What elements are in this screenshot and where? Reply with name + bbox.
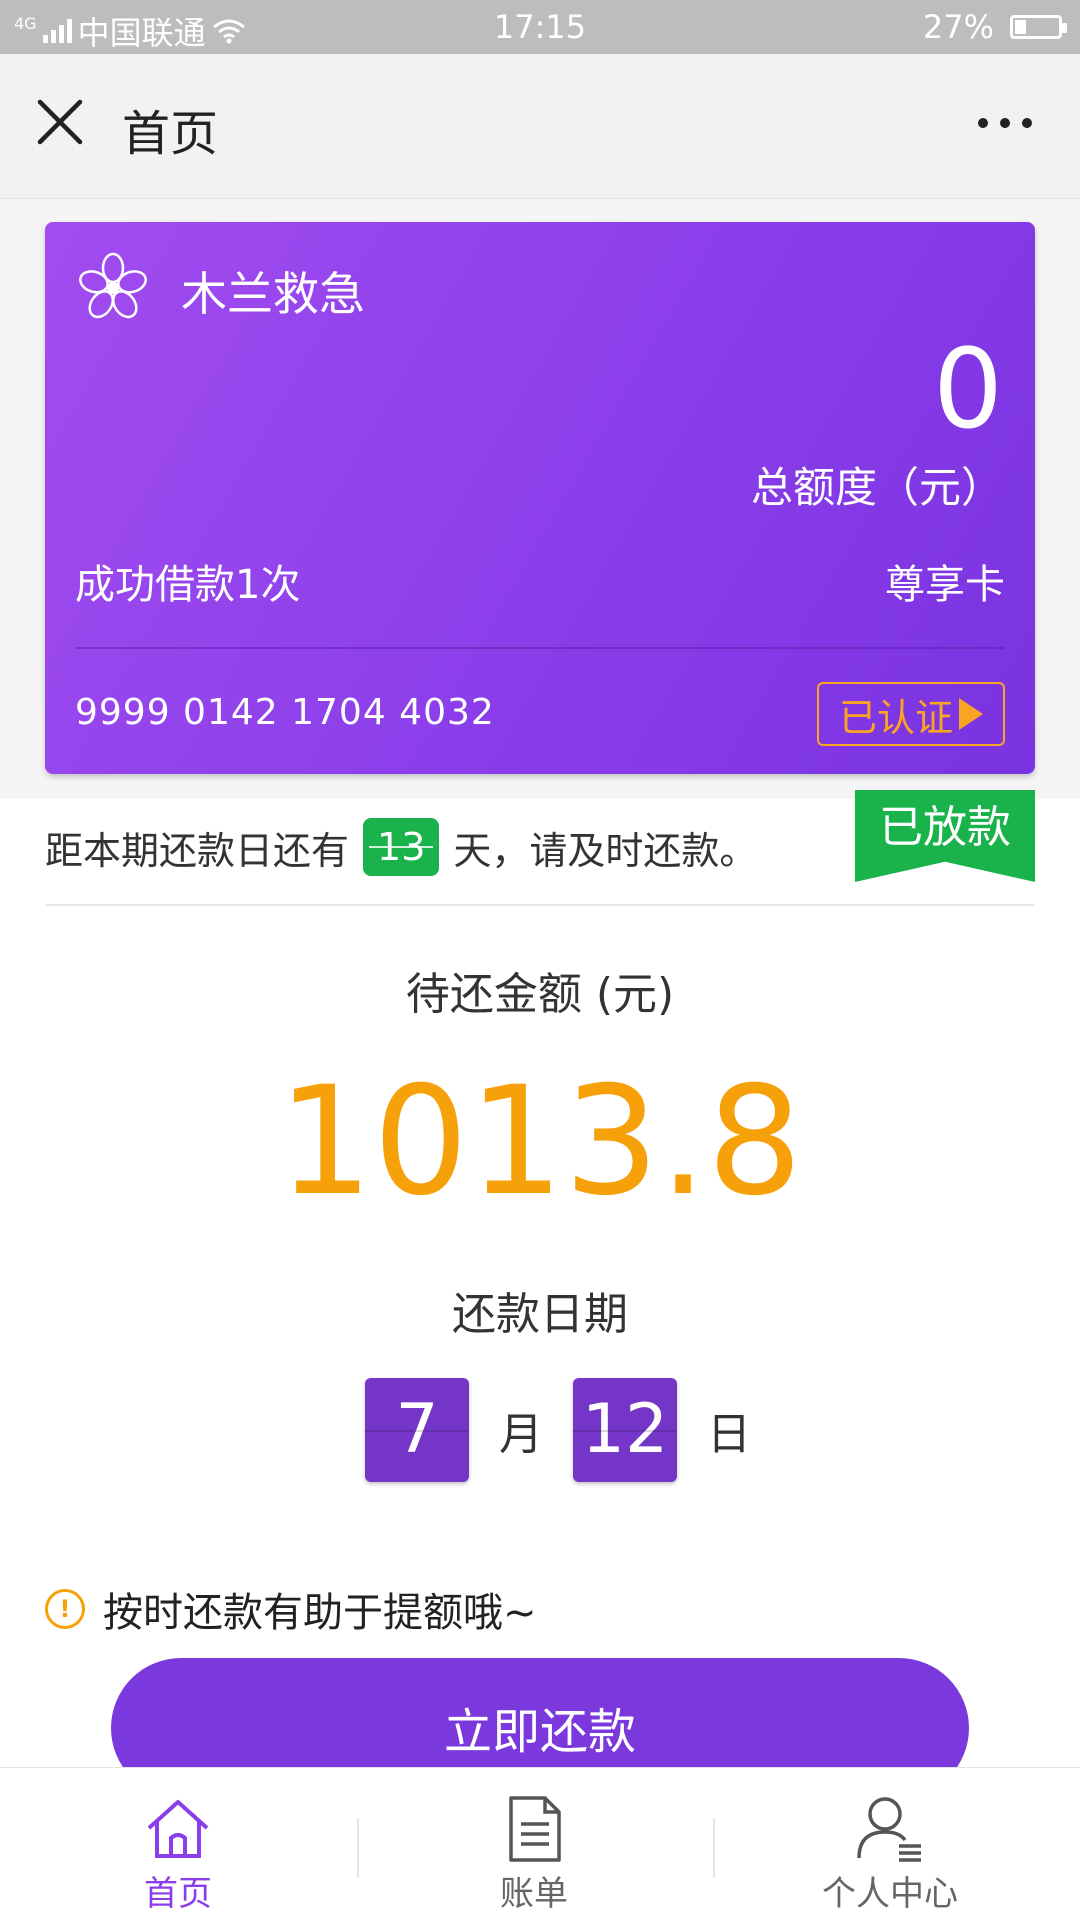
pending-amount-label: 待还金额 (元) <box>405 969 675 1020</box>
credit-card: 木兰救急 0 总额度（元） 成功借款1次 尊享卡 9999 0142 1704 … <box>45 222 1035 774</box>
close-icon[interactable] <box>34 96 86 148</box>
page-title: 首页 <box>122 106 219 162</box>
days-remaining-badge: 13 <box>363 818 440 876</box>
repayment-date: 7 月 12 日 <box>365 1378 781 1482</box>
tab-home[interactable]: 首页 <box>78 1768 278 1921</box>
day-box: 12 <box>573 1378 677 1482</box>
more-icon[interactable] <box>978 118 1032 128</box>
pending-amount: 1013.8 <box>277 1055 803 1229</box>
play-arrow-icon <box>959 698 983 730</box>
card-name: 木兰救急 <box>181 267 365 321</box>
due-reminder: 距本期还款日还有 13 天，请及时还款。 <box>45 818 757 876</box>
status-bar: 4G 中国联通 17:15 27% <box>0 0 1080 54</box>
title-bar: 首页 <box>0 54 1080 199</box>
verified-label: 已认证 <box>838 695 953 740</box>
tab-separator <box>713 1818 715 1878</box>
tip-text: 按时还款有助于提额哦~ <box>103 1590 537 1636</box>
credit-label: 总额度（元） <box>750 463 1003 512</box>
tab-home-label: 首页 <box>144 1874 212 1914</box>
home-icon <box>147 1800 209 1858</box>
tab-profile[interactable]: 个人中心 <box>790 1768 990 1921</box>
due-suffix: 天，请及时还款。 <box>453 828 758 873</box>
verified-button[interactable]: 已认证 <box>817 682 1005 746</box>
profile-icon <box>857 1797 921 1862</box>
tab-separator <box>357 1818 359 1878</box>
warning-icon: ! <box>45 1589 85 1629</box>
due-prefix: 距本期还款日还有 <box>45 828 350 873</box>
tab-profile-label: 个人中心 <box>822 1874 958 1914</box>
battery-percent: 27% <box>922 8 994 46</box>
section-divider <box>45 904 1035 906</box>
card-type: 尊享卡 <box>885 562 1005 608</box>
month-unit: 月 <box>499 1409 543 1460</box>
credit-value: 0 <box>933 325 1003 453</box>
loan-count: 成功借款1次 <box>75 562 301 608</box>
clock: 17:15 <box>493 8 587 46</box>
bill-icon <box>509 1796 561 1862</box>
repayment-date-label: 还款日期 <box>452 1289 628 1340</box>
bottom-tab-bar: 首页 账单 个人中心 <box>0 1767 1080 1921</box>
flower-logo-icon <box>79 252 147 319</box>
loan-status-ribbon: 已放款 <box>855 790 1035 882</box>
month-box: 7 <box>365 1378 469 1482</box>
tip-row: ! 按时还款有助于提额哦~ <box>45 1580 537 1638</box>
card-number: 9999 0142 1704 4032 <box>75 692 495 733</box>
tab-bill-label: 账单 <box>500 1874 568 1914</box>
status-right: 27% <box>922 8 1067 46</box>
card-divider <box>75 647 1005 649</box>
day-unit: 日 <box>707 1409 751 1460</box>
battery-icon <box>1010 15 1067 39</box>
tab-bill[interactable]: 账单 <box>434 1768 634 1921</box>
